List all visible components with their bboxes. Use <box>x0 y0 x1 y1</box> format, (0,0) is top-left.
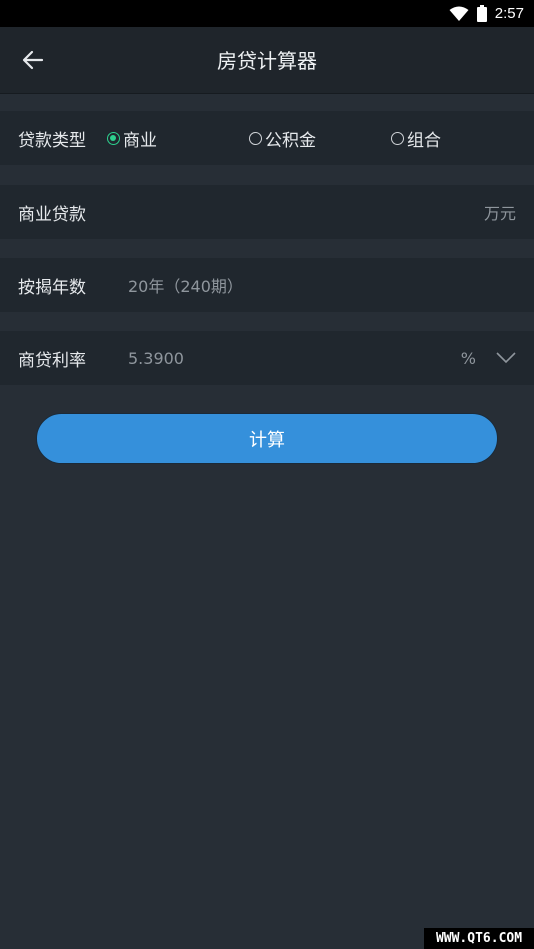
status-time: 2:57 <box>494 5 524 22</box>
commercial-loan-unit: 万元 <box>483 204 516 223</box>
wifi-icon <box>449 6 469 21</box>
radio-combined[interactable]: 组合 <box>391 126 441 151</box>
rate-row[interactable]: 商贷利率 5.3900 % <box>0 331 534 385</box>
radio-provident-fund-label: 公积金 <box>265 130 316 151</box>
commercial-loan-label: 商业贷款 <box>18 204 86 225</box>
status-bar: 2:57 <box>0 0 534 27</box>
radio-selected-icon <box>107 131 120 145</box>
term-row[interactable]: 按揭年数 20年（240期） <box>0 258 534 312</box>
rate-value[interactable]: 5.3900 <box>128 349 184 368</box>
calculate-button[interactable]: 计算 <box>36 413 498 464</box>
term-label: 按揭年数 <box>18 277 86 298</box>
term-value: 20年（240期） <box>128 277 243 296</box>
radio-combined-label: 组合 <box>407 130 441 151</box>
loan-type-label: 贷款类型 <box>18 130 86 151</box>
page-title: 房贷计算器 <box>217 49 317 73</box>
radio-commercial[interactable]: 商业 <box>107 126 157 151</box>
app-header: 房贷计算器 <box>0 27 534 94</box>
loan-type-row: 贷款类型 商业 公积金 组合 <box>0 111 534 165</box>
radio-provident-fund[interactable]: 公积金 <box>249 126 316 151</box>
chevron-down-icon[interactable] <box>496 352 516 364</box>
rate-unit: % <box>460 348 476 368</box>
battery-icon <box>476 5 487 22</box>
watermark: WWW.QT6.COM <box>424 928 534 949</box>
radio-unselected-icon <box>249 131 262 145</box>
rate-label: 商贷利率 <box>18 350 86 371</box>
radio-commercial-label: 商业 <box>123 130 157 151</box>
commercial-loan-row[interactable]: 商业贷款 万元 <box>0 185 534 239</box>
radio-unselected-icon <box>391 131 404 145</box>
